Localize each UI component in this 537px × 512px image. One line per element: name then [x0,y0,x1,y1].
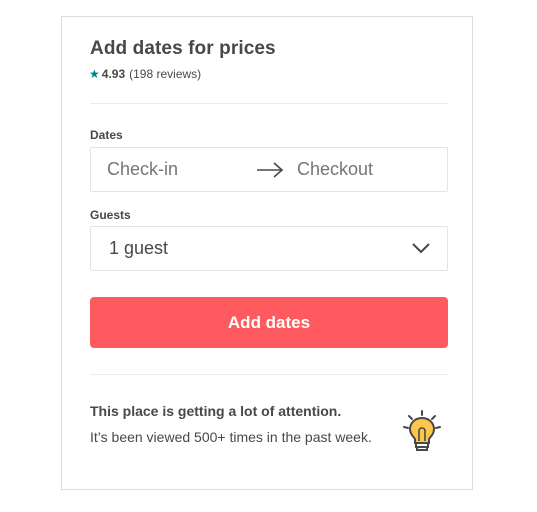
chevron-down-icon [412,243,430,254]
checkout-input[interactable]: Checkout [297,159,373,180]
guests-label: Guests [90,208,131,222]
lightbulb-icon [403,410,441,451]
rating-value: 4.93 [101,67,126,81]
review-count-link[interactable]: (198 reviews) [129,67,201,81]
guests-select[interactable]: 1 guest [90,226,448,271]
add-dates-button[interactable]: Add dates [90,297,448,348]
booking-card: Add dates for prices ★ 4.93 (198 reviews… [61,16,473,490]
star-icon: ★ [89,67,100,81]
arrow-right-icon [257,162,284,178]
attention-title: This place is getting a lot of attention… [90,403,342,419]
dates-picker: Check-in Checkout [90,147,448,192]
booking-title: Add dates for prices [90,38,276,59]
checkin-input[interactable]: Check-in [107,159,178,180]
divider [90,374,448,375]
attention-text: It’s been viewed 500+ times in the past … [90,429,372,445]
dates-label: Dates [90,128,123,142]
rating-summary: ★ 4.93 (198 reviews) [89,67,201,81]
guests-value: 1 guest [109,238,169,258]
divider [90,103,448,104]
